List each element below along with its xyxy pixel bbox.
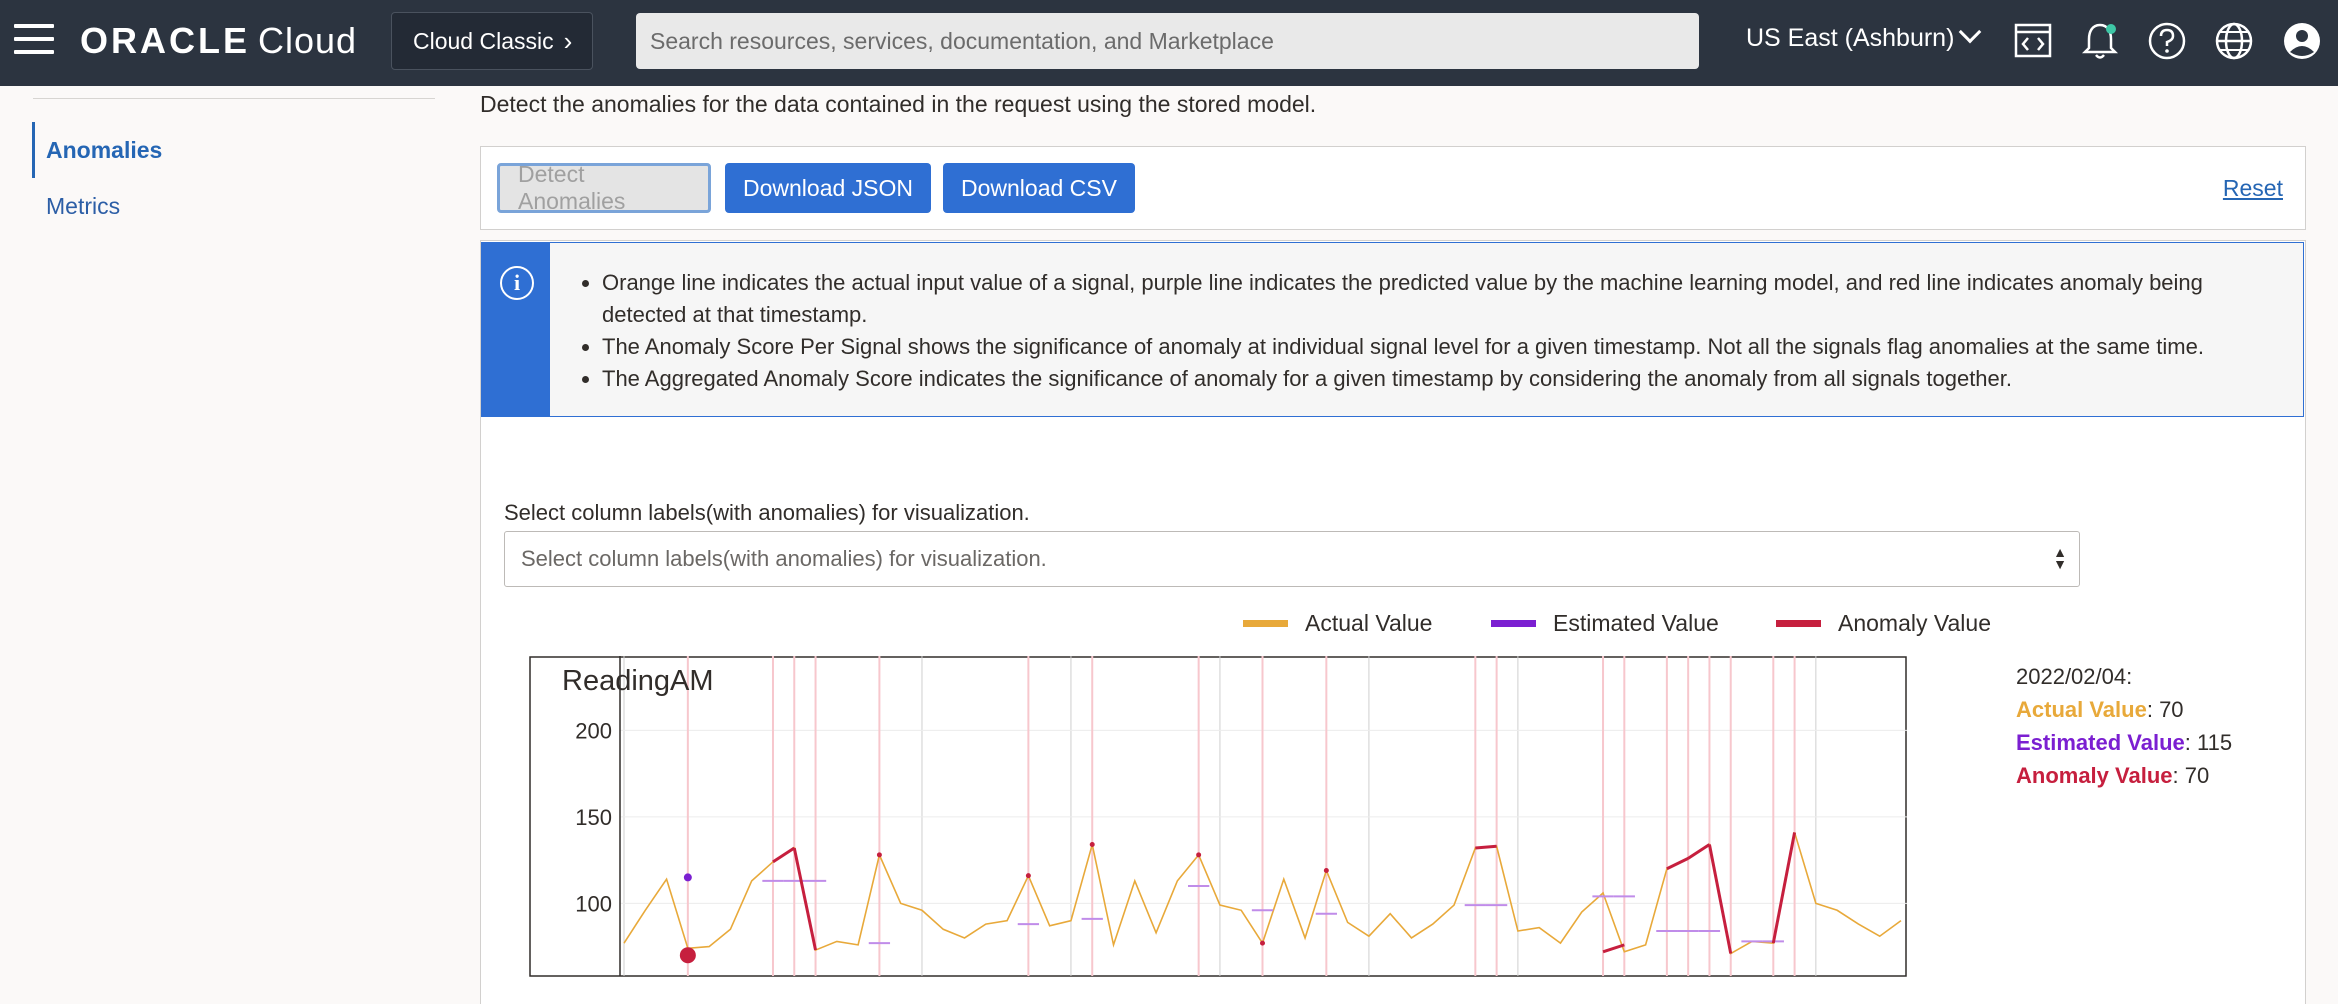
sidebar-item-anomalies[interactable]: Anomalies [46,137,162,164]
column-select-label: Select column labels(with anomalies) for… [504,500,1030,525]
download-csv-button[interactable]: Download CSV [943,163,1135,213]
chevron-right-icon: › [563,25,573,56]
region-selector[interactable]: US East (Ashburn) [1746,20,1982,53]
download-json-button[interactable]: Download JSON [725,163,932,213]
search-input[interactable] [636,13,1699,69]
column-select[interactable]: Select column labels(with anomalies) for… [504,531,2080,587]
estimated-point [683,873,692,882]
chevron-updown-icon: ▲ ▼ [2053,544,2067,572]
y-tick-label: 200 [575,718,612,743]
help-icon[interactable] [2146,20,2188,62]
column-select-placeholder: Select column labels(with anomalies) for… [521,546,1047,571]
page-description: Detect the anomalies for the data contai… [480,91,1317,117]
legend-label-estimated: Estimated Value [1553,610,1719,636]
menu-icon[interactable] [14,24,54,56]
readout-estimated-label: Estimated Value [2016,730,2185,755]
reading-chart[interactable]: 100 150 200 ReadingAM [529,656,1907,978]
action-toolbar: Detect Anomalies Download JSON Download … [480,146,2306,230]
info-item: The Aggregated Anomaly Score indicates t… [602,363,2272,395]
readout-anomaly-label: Anomaly Value [2016,763,2173,788]
anomaly-point [1260,940,1265,946]
sidebar-active-indicator [32,122,35,178]
oracle-cloud-logo[interactable]: ORACLE Cloud [80,20,357,62]
cloud-classic-button[interactable]: Cloud Classic › [391,12,593,70]
anomaly-point [1196,852,1202,858]
anomaly-point [1323,867,1329,873]
readout-actual-value: : 70 [2146,697,2184,722]
info-sidebar: i [482,243,550,416]
anomaly-point [1025,873,1031,879]
sidebar-divider [33,98,435,99]
top-navigation-bar: ORACLECloud Cloud Classic › US East (Ashb… [0,0,2338,86]
globe-icon[interactable] [2213,20,2255,62]
info-list: Orange line indicates the actual input v… [602,267,2272,395]
hover-point [679,947,696,964]
readout-actual: Actual Value: 70 [2016,693,2232,726]
info-item: The Anomaly Score Per Signal shows the s… [602,331,2272,363]
readout-anomaly-value: : 70 [2172,763,2210,788]
anomaly-point [1089,842,1095,848]
readout-actual-label: Actual Value [2016,697,2147,722]
info-icon: i [500,266,534,300]
readout-estimated-value: : 115 [2184,730,2233,755]
legend-label-anomaly: Anomaly Value [1838,610,1991,636]
region-label: US East (Ashburn) [1746,24,1955,52]
y-tick-label: 150 [575,805,612,830]
y-tick-label: 100 [575,891,612,916]
legend-swatch-anomaly [1776,620,1821,627]
detect-anomalies-button[interactable]: Detect Anomalies [497,161,711,214]
legend-anomaly: Anomaly Value [1776,610,1991,637]
legend-swatch-estimated [1491,620,1536,627]
reset-link[interactable]: Reset [2223,175,2283,202]
anomaly-segment [1475,844,1497,850]
sidebar-item-metrics[interactable]: Metrics [46,193,120,220]
legend-estimated: Estimated Value [1491,610,1719,637]
chart-title: ReadingAM [562,665,714,697]
readout-estimated: Estimated Value: 115 [2016,726,2232,759]
info-item: Orange line indicates the actual input v… [602,267,2272,331]
info-message: i Orange line indicates the actual input… [481,242,2304,417]
legend-swatch-actual [1243,620,1288,627]
readout-date: 2022/02/04: [2016,664,2133,689]
code-editor-icon[interactable] [2012,20,2054,62]
cloud-classic-label: Cloud Classic [413,27,554,54]
user-icon[interactable] [2281,20,2323,62]
chevron-down-icon [1959,20,1982,44]
bell-icon[interactable] [2079,20,2121,62]
anomaly-point [876,852,882,858]
hover-readout: 2022/02/04: Actual Value: 70 Estimated V… [2016,660,2232,792]
legend-actual: Actual Value [1243,610,1432,637]
readout-anomaly: Anomaly Value: 70 [2016,759,2232,792]
legend-label-actual: Actual Value [1305,610,1433,636]
